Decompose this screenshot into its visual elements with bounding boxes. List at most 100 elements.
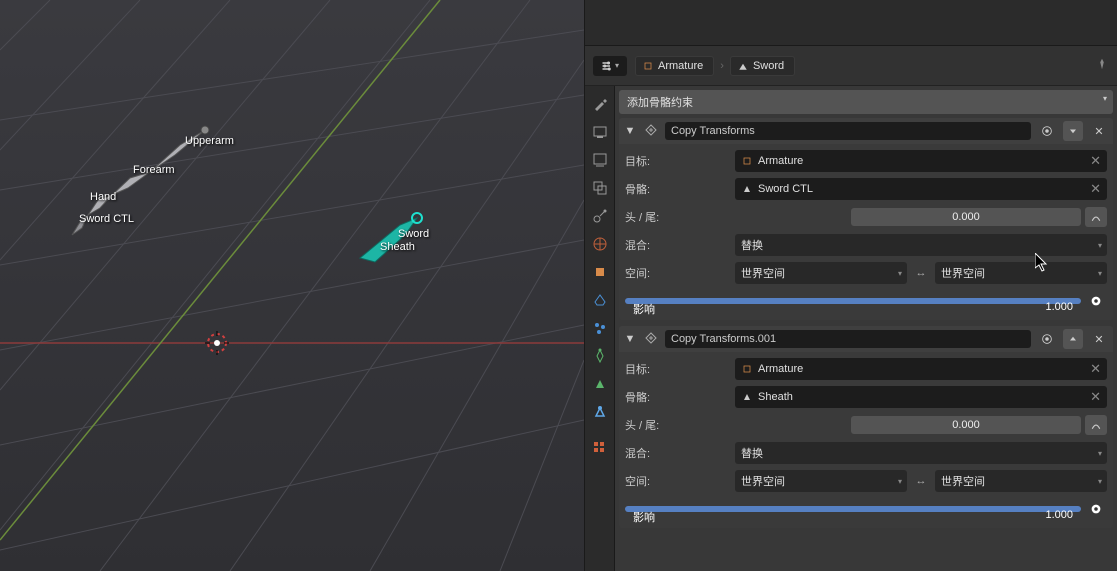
- mute-icon[interactable]: [1037, 329, 1057, 349]
- tab-output[interactable]: [585, 146, 615, 174]
- label-bone: 骨骼:: [625, 181, 731, 197]
- tab-object[interactable]: [585, 258, 615, 286]
- constraint-body-0: 目标: Armature ✕ 骨骼: Sword CTL ✕: [619, 144, 1113, 320]
- tab-bone[interactable]: [585, 370, 615, 398]
- properties-panel: ▾ Armature › Sword: [584, 0, 1117, 571]
- label-space: 空间:: [625, 473, 731, 489]
- constraint-panel-0: ▼ Copy Transforms ✕ 目标: Armature: [619, 118, 1113, 320]
- close-icon[interactable]: ✕: [1089, 121, 1109, 141]
- move-down-icon[interactable]: [1063, 121, 1083, 141]
- arrow-icon: ↔: [911, 475, 931, 487]
- influence-slider[interactable]: 影响 1.000: [625, 506, 1081, 512]
- clear-icon[interactable]: ✕: [1090, 181, 1101, 197]
- label-headtail: 头 / 尾:: [625, 209, 731, 225]
- space-to-value: 世界空间: [941, 473, 985, 489]
- close-icon[interactable]: ✕: [1089, 329, 1109, 349]
- tab-bone-constraint[interactable]: [585, 398, 615, 426]
- target-field[interactable]: Armature ✕: [735, 358, 1107, 380]
- label-swordctl: Sword CTL: [79, 213, 134, 225]
- constraint-type-icon: [643, 330, 659, 349]
- influence-label: 影响: [633, 301, 655, 317]
- breadcrumb-bone[interactable]: Sword: [730, 56, 795, 76]
- label-hand: Hand: [90, 191, 116, 203]
- tab-render[interactable]: [585, 118, 615, 146]
- bone-icon: [737, 60, 749, 72]
- props-scroll[interactable]: 添加骨骼约束 ▼ Copy Transforms ✕ 目标:: [615, 86, 1117, 571]
- top-bar: [585, 0, 1117, 46]
- tab-tool[interactable]: [585, 90, 615, 118]
- keyframe-icon[interactable]: [1085, 499, 1107, 519]
- breadcrumb-sep: ›: [720, 60, 724, 72]
- bone-field[interactable]: Sword CTL ✕: [735, 178, 1107, 200]
- clear-icon[interactable]: ✕: [1090, 389, 1101, 405]
- target-value: Armature: [758, 155, 803, 167]
- tab-scene[interactable]: [585, 202, 615, 230]
- headtail-slider[interactable]: 0.000: [851, 416, 1081, 434]
- bbone-icon[interactable]: [1085, 415, 1107, 435]
- tab-modifier[interactable]: [585, 286, 615, 314]
- tab-material[interactable]: [585, 434, 615, 462]
- tab-armature[interactable]: [585, 342, 615, 370]
- space-to-dropdown[interactable]: 世界空间: [935, 262, 1107, 284]
- influence-label: 影响: [633, 509, 655, 525]
- header-row: ▾ Armature › Sword: [585, 46, 1117, 86]
- constraint-header-0: ▼ Copy Transforms ✕: [619, 118, 1113, 144]
- target-value: Armature: [758, 363, 803, 375]
- label-headtail: 头 / 尾:: [625, 417, 731, 433]
- keyframe-icon[interactable]: [1085, 291, 1107, 311]
- constraint-panel-1: ▼ Copy Transforms.001 ✕ 目标: Armature: [619, 326, 1113, 528]
- label-target: 目标:: [625, 361, 731, 377]
- constraint-name-field[interactable]: Copy Transforms.001: [665, 330, 1031, 348]
- add-bone-constraint[interactable]: 添加骨骼约束: [619, 90, 1113, 114]
- viewport-grid: [0, 0, 584, 571]
- clear-icon[interactable]: ✕: [1090, 361, 1101, 377]
- bone-icon: [741, 183, 753, 195]
- mix-value: 替换: [741, 237, 763, 253]
- space-from-dropdown[interactable]: 世界空间: [735, 470, 907, 492]
- armature-icon: [741, 155, 753, 167]
- move-up-icon[interactable]: [1063, 329, 1083, 349]
- breadcrumb: Armature › Sword: [635, 56, 795, 76]
- tab-viewlayer[interactable]: [585, 174, 615, 202]
- mix-dropdown[interactable]: 替换: [735, 234, 1107, 256]
- space-to-value: 世界空间: [941, 265, 985, 281]
- breadcrumb-armature[interactable]: Armature: [635, 56, 714, 76]
- space-from-value: 世界空间: [741, 473, 785, 489]
- arrow-icon: ↔: [911, 267, 931, 279]
- label-mix: 混合:: [625, 445, 731, 461]
- influence-slider[interactable]: 影响 1.000: [625, 298, 1081, 304]
- tab-strip: [585, 86, 615, 571]
- space-to-dropdown[interactable]: 世界空间: [935, 470, 1107, 492]
- bone-field[interactable]: Sheath ✕: [735, 386, 1107, 408]
- label-bone: 骨骼:: [625, 389, 731, 405]
- target-field[interactable]: Armature ✕: [735, 150, 1107, 172]
- bone-value: Sheath: [758, 391, 793, 403]
- editor-type-dropdown[interactable]: ▾: [593, 56, 627, 76]
- mix-value: 替换: [741, 445, 763, 461]
- y-axis: [0, 0, 440, 540]
- space-from-dropdown[interactable]: 世界空间: [735, 262, 907, 284]
- constraint-header-1: ▼ Copy Transforms.001 ✕: [619, 326, 1113, 352]
- viewport-3d[interactable]: Upperarm Forearm Hand Sword CTL Sword Sh…: [0, 0, 584, 571]
- constraint-type-icon: [643, 122, 659, 141]
- space-from-value: 世界空间: [741, 265, 785, 281]
- mute-icon[interactable]: [1037, 121, 1057, 141]
- label-forearm: Forearm: [133, 164, 175, 176]
- disclosure-icon[interactable]: ▼: [623, 333, 637, 345]
- headtail-slider[interactable]: 0.000: [851, 208, 1081, 226]
- clear-icon[interactable]: ✕: [1090, 153, 1101, 169]
- constraint-name-field[interactable]: Copy Transforms: [665, 122, 1031, 140]
- tab-world[interactable]: [585, 230, 615, 258]
- mix-dropdown[interactable]: 替换: [735, 442, 1107, 464]
- tab-particle[interactable]: [585, 314, 615, 342]
- armature-icon: [642, 60, 654, 72]
- bone-icon: [741, 391, 753, 403]
- content-area: 添加骨骼约束 ▼ Copy Transforms ✕ 目标:: [585, 86, 1117, 571]
- disclosure-icon[interactable]: ▼: [623, 125, 637, 137]
- breadcrumb-armature-label: Armature: [658, 60, 703, 72]
- bbone-icon[interactable]: [1085, 207, 1107, 227]
- pin-icon[interactable]: [1095, 57, 1109, 74]
- label-target: 目标:: [625, 153, 731, 169]
- label-sword: Sword: [398, 228, 429, 240]
- label-space: 空间:: [625, 265, 731, 281]
